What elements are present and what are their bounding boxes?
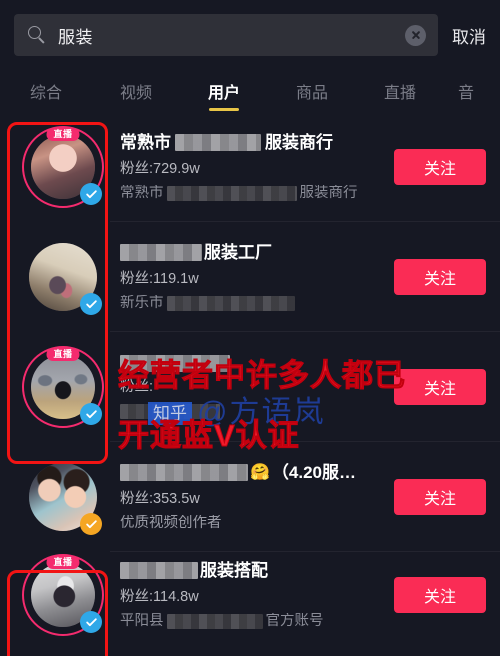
user-desc-suffix: 官方账号: [265, 613, 324, 630]
tab-label: 音: [457, 85, 474, 102]
masked-text: [120, 244, 202, 262]
user-name-suffix: （4.20服…: [271, 462, 357, 482]
tab-comprehensive[interactable]: 综合: [0, 70, 92, 112]
user-info: 🤗 （4.20服… 粉丝:353.5w 优质视频创作者: [120, 462, 384, 533]
user-name-suffix: 服装工厂: [204, 242, 272, 262]
verified-badge-icon: [80, 403, 102, 425]
close-circle-icon[interactable]: [405, 24, 426, 46]
search-icon: [28, 26, 46, 44]
tab-video[interactable]: 视频: [92, 70, 180, 112]
search-bar: 服装 取消: [0, 0, 500, 70]
tab-underline: [209, 108, 239, 111]
live-badge: 直播: [46, 556, 80, 569]
masked-text: [175, 134, 261, 152]
list-item[interactable]: 直播 服装工厂 粉丝:119.1w 新乐市 关注: [0, 222, 500, 332]
tab-live[interactable]: 直播: [356, 70, 444, 112]
follow-button[interactable]: 关注: [394, 577, 486, 613]
list-item[interactable]: 直播 服装搭配 粉丝:114.8w 平阳县 官方账号 关注: [0, 552, 500, 638]
annotation-text-line-1: 经营者中许多人都已: [118, 358, 406, 393]
avatar[interactable]: 直播: [22, 554, 104, 636]
cancel-button[interactable]: 取消: [452, 23, 486, 48]
avatar[interactable]: 直播: [22, 236, 104, 318]
avatar[interactable]: 直播: [22, 456, 104, 538]
tab-audio[interactable]: 音: [444, 70, 488, 112]
follow-button[interactable]: 关注: [394, 369, 486, 405]
follower-count: 粉丝:729.9w: [120, 160, 200, 177]
user-desc-suffix: 服装商行: [299, 185, 358, 202]
user-desc-prefix: 优质视频创作者: [120, 515, 222, 532]
search-input[interactable]: 服装: [14, 14, 438, 56]
tab-label: 商品: [295, 85, 328, 102]
live-badge: 直播: [46, 128, 80, 141]
tab-label: 直播: [383, 85, 416, 102]
tab-label: 综合: [29, 85, 62, 102]
hugging-face-emoji: 🤗: [250, 463, 270, 481]
follow-button[interactable]: 关注: [394, 479, 486, 515]
user-name: 🤗 （4.20服…: [120, 462, 384, 484]
user-info: 服装工厂 粉丝:119.1w 新乐市: [120, 242, 384, 313]
avatar[interactable]: 直播: [22, 346, 104, 428]
follow-button[interactable]: 关注: [394, 259, 486, 295]
follower-count: 粉丝:353.5w: [120, 490, 200, 507]
user-description: 平阳县 官方账号: [120, 613, 384, 630]
annotation-text-line-2: 开通蓝V认证: [118, 418, 300, 453]
masked-text: [166, 186, 297, 202]
follower-count: 粉丝:119.1w: [120, 270, 199, 287]
user-name: 服装工厂: [120, 242, 384, 264]
user-name-suffix: 服装搭配: [200, 560, 268, 580]
user-name: 服装搭配: [120, 560, 384, 582]
verified-badge-icon: [80, 611, 102, 633]
avatar[interactable]: 直播: [22, 126, 104, 208]
tab-bar: 综合 视频 用户 商品 直播 音: [0, 70, 500, 112]
user-description: 新乐市: [120, 295, 384, 312]
tab-user[interactable]: 用户: [180, 70, 268, 112]
user-name-suffix: 服装商行: [265, 132, 333, 152]
masked-text: [120, 562, 198, 580]
follower-count: 粉丝:114.8w: [120, 588, 199, 605]
tab-label: 视频: [119, 85, 152, 102]
user-description: 优质视频创作者: [120, 515, 384, 532]
user-description: 常熟市 服装商行: [120, 185, 384, 202]
masked-text: [166, 296, 295, 312]
masked-text: [120, 464, 248, 482]
verified-badge-icon: [80, 293, 102, 315]
search-input-value: 服装: [58, 27, 93, 47]
search-results-screen: 服装 取消 综合 视频 用户 商品 直播 音 直播 常熟市 服装商行 粉丝:72…: [0, 0, 500, 656]
list-item[interactable]: 直播 常熟市 服装商行 粉丝:729.9w 常熟市 服装商行 关注: [0, 112, 500, 222]
user-info: 常熟市 服装商行 粉丝:729.9w 常熟市 服装商行: [120, 132, 384, 203]
list-item[interactable]: 直播 🤗 （4.20服… 粉丝:353.5w 优质视频创作者 关注: [0, 442, 500, 552]
follow-button[interactable]: 关注: [394, 149, 486, 185]
user-desc-prefix: 常熟市: [120, 185, 164, 202]
user-desc-prefix: 新乐市: [120, 295, 164, 312]
user-desc-prefix: 平阳县: [120, 613, 164, 630]
live-badge: 直播: [46, 348, 80, 361]
tab-label: 用户: [207, 85, 240, 102]
tab-product[interactable]: 商品: [268, 70, 356, 112]
user-name-prefix: 常熟市: [120, 132, 171, 152]
masked-text: [166, 614, 263, 630]
user-info: 服装搭配 粉丝:114.8w 平阳县 官方账号: [120, 560, 384, 631]
user-name: 常熟市 服装商行: [120, 132, 384, 154]
verified-badge-icon: [80, 183, 102, 205]
verified-badge-icon: [80, 513, 102, 535]
